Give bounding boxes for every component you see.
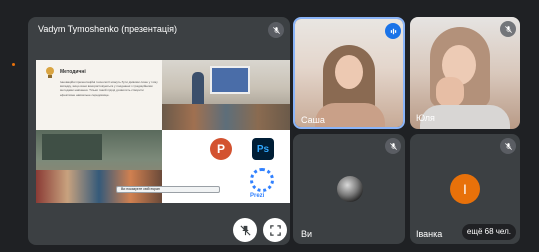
- sasha-body: [315, 103, 385, 127]
- slide-heading: Методичні: [60, 69, 86, 75]
- slide-body-text: Інноваційні презентаційні технології мож…: [60, 80, 158, 97]
- yulia-hand: [436, 77, 464, 107]
- ivanka-mic-off-icon: [500, 138, 516, 154]
- teacher-figure: [192, 72, 204, 108]
- more-participants-badge[interactable]: ещё 68 чел.: [461, 224, 516, 240]
- yulia-mic-off-icon: [500, 21, 516, 37]
- ivanka-avatar: І: [450, 174, 480, 204]
- presenter-name: Vadym Tymoshenko (презентація): [38, 24, 177, 34]
- slide-text-panel: Методичні Інноваційні презентаційні техн…: [36, 60, 162, 130]
- participant-tile-ivanka[interactable]: І Іванка ещё 68 чел.: [410, 134, 520, 244]
- prezi-label: Prezi: [250, 193, 265, 199]
- status-dot: [12, 63, 15, 66]
- participant-tile-you[interactable]: Ви: [293, 134, 405, 244]
- smartboard: [210, 66, 250, 94]
- you-avatar: [337, 176, 363, 202]
- lightbulb-icon: [44, 66, 56, 80]
- unpin-button[interactable]: [233, 218, 257, 242]
- powerpoint-icon: P: [210, 138, 232, 160]
- participant-tile-sasha[interactable]: Саша: [293, 17, 405, 129]
- you-mic-off-icon: [385, 138, 401, 154]
- participant-name-ivanka: Іванка: [416, 229, 443, 239]
- classroom-photo-top: [162, 60, 290, 130]
- participant-name-yulia: Юля: [416, 113, 435, 123]
- fullscreen-button[interactable]: [263, 218, 287, 242]
- screen-share-banner[interactable]: Ви показуєте свій екран: [116, 186, 220, 193]
- prezi-icon: [250, 168, 274, 192]
- sasha-face: [335, 55, 363, 89]
- participant-tile-yulia[interactable]: Юля: [410, 17, 520, 129]
- students-row: [162, 104, 290, 130]
- chalkboard: [42, 134, 102, 160]
- speaking-indicator-icon: [385, 23, 401, 39]
- shared-presentation-slide: Методичні Інноваційні презентаційні техн…: [36, 60, 290, 203]
- presenter-mic-off-icon: [268, 22, 284, 38]
- participant-name-sasha: Саша: [301, 115, 325, 125]
- participant-name-you: Ви: [301, 229, 313, 239]
- photoshop-icon: Ps: [252, 138, 274, 160]
